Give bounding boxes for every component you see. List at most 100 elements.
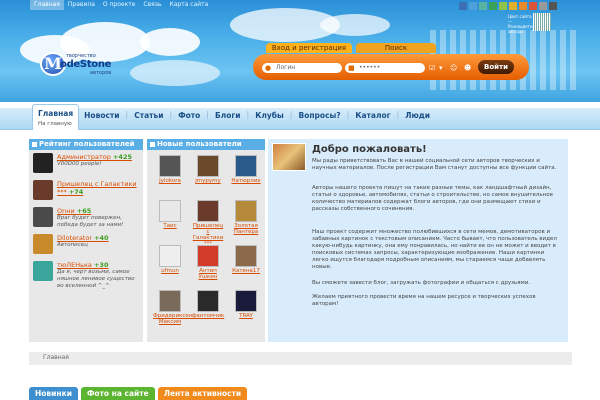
user-name[interactable]: Антип Ушкин	[191, 268, 225, 280]
login-bar: ● Логин ■ •••••• ☑ ▾ ☺ ☻ Войти	[253, 54, 529, 80]
avatar[interactable]	[197, 200, 219, 222]
user-name[interactable]: Натюрлих	[229, 178, 263, 184]
avatar[interactable]	[159, 200, 181, 222]
user-name[interactable]: Jylokora	[153, 178, 187, 184]
user-name[interactable]: Таис	[153, 223, 187, 229]
tab-login-register[interactable]: Вход и регистрация	[266, 43, 352, 53]
new-user-item[interactable]: Натюрлих	[229, 155, 263, 184]
user-name[interactable]: jmypymy	[191, 178, 225, 184]
tab-site-photos[interactable]: Фото на сайте	[80, 387, 155, 400]
new-user-item[interactable]: Таис	[153, 200, 187, 229]
barcode-icon	[533, 13, 551, 31]
tab-search[interactable]: Поиск	[356, 43, 436, 53]
avatar[interactable]	[159, 155, 181, 177]
new-user-item[interactable]: Фридериксен Максим	[153, 290, 192, 325]
user-name[interactable]: Администратор	[57, 153, 111, 161]
user-name[interactable]: TRAY	[229, 313, 263, 319]
avatar[interactable]	[159, 290, 181, 312]
new-user-item[interactable]: TRAY	[229, 290, 263, 319]
user-name[interactable]: Катена17	[229, 268, 263, 274]
palette-swatch[interactable]	[459, 2, 467, 10]
arrow-down-icon[interactable]: ▾	[439, 63, 443, 73]
avatar[interactable]	[235, 155, 257, 177]
avatar[interactable]	[33, 153, 53, 173]
new-user-item[interactable]: фантомчик	[191, 290, 225, 319]
password-value: ••••••	[359, 64, 381, 71]
avatar[interactable]	[197, 290, 219, 312]
register-user-icon[interactable]: ☺	[450, 63, 457, 73]
bottom-tabs: Новинки Фото на сайте Лента активности	[29, 387, 250, 400]
new-user-item[interactable]: jmypymy	[191, 155, 225, 184]
nav-blogs[interactable]: Блоги	[210, 106, 246, 126]
avatar[interactable]	[33, 234, 53, 254]
tab-new-items[interactable]: Новинки	[29, 387, 78, 400]
palette-swatch[interactable]	[479, 2, 487, 10]
palette-swatch[interactable]	[489, 2, 497, 10]
user-name[interactable]: тюЛЕНька	[57, 261, 92, 269]
nav-home-label: Главная	[38, 109, 74, 118]
avatar[interactable]	[235, 245, 257, 267]
nav-clubs[interactable]: Клубы	[250, 106, 289, 126]
new-user-item[interactable]: Антип Ушкин	[191, 245, 225, 280]
avatar[interactable]	[159, 245, 181, 267]
breadcrumb-bar: Главная	[29, 352, 572, 365]
site-logo[interactable]: M творчество odeStone авторов	[40, 51, 112, 77]
user-name[interactable]: фантомчик	[191, 313, 225, 319]
main-navigation: Главная На главную Новости | Статьи | Фо…	[32, 104, 435, 130]
nav-people[interactable]: Люди	[400, 106, 435, 126]
nav-articles[interactable]: Статьи	[129, 106, 168, 126]
login-button[interactable]: Войти	[478, 60, 514, 74]
new-user-item[interactable]: ufmun	[153, 245, 187, 274]
user-name[interactable]: Пришелец с Галактики ***	[191, 223, 225, 247]
new-user-item[interactable]: Золотая Пантера	[229, 200, 263, 235]
rating-title: Рейтинг пользователей	[29, 139, 143, 150]
palette-swatch[interactable]	[529, 2, 537, 10]
new-user-item[interactable]: Пришелец с Галактики ***	[191, 200, 225, 247]
user-name[interactable]: Diloterator	[57, 234, 92, 242]
password-input[interactable]: ■ ••••••	[345, 63, 425, 73]
topnav-home[interactable]: Главная	[30, 0, 64, 10]
user-status: Автописец	[57, 242, 88, 248]
topnav-about[interactable]: О проекте	[99, 0, 140, 10]
topnav-sitemap[interactable]: Карта сайта	[165, 0, 212, 10]
palette-swatch[interactable]	[509, 2, 517, 10]
breadcrumb[interactable]: Главная	[43, 354, 69, 361]
nav-home-sublabel: На главную	[38, 121, 72, 127]
user-status: V00D00 people!	[57, 161, 102, 167]
new-user-item[interactable]: Катена17	[229, 245, 263, 274]
nav-photo[interactable]: Фото	[173, 106, 205, 126]
nav-home[interactable]: Главная На главную	[32, 104, 80, 130]
user-name[interactable]: Onни	[57, 207, 75, 215]
nav-questions[interactable]: Вопросы?	[294, 106, 346, 126]
user-score: +40	[94, 234, 109, 242]
user-name[interactable]: Золотая Пантера	[229, 223, 263, 235]
palette-swatch[interactable]	[539, 2, 547, 10]
login-input[interactable]: ● Логин	[262, 63, 342, 73]
user-name[interactable]: Фридериксен Максим	[153, 313, 192, 325]
avatar[interactable]	[235, 200, 257, 222]
user-score: +65	[76, 207, 92, 215]
topnav-rules[interactable]: Правила	[64, 0, 99, 10]
palette-swatch[interactable]	[499, 2, 507, 10]
new-user-item[interactable]: Jylokora	[153, 155, 187, 184]
remember-checkbox[interactable]: ☑	[429, 63, 435, 73]
palette-swatch[interactable]	[469, 2, 477, 10]
avatar[interactable]	[33, 207, 53, 227]
avatar[interactable]	[197, 245, 219, 267]
palette-swatch[interactable]	[549, 2, 557, 10]
avatar[interactable]	[33, 180, 53, 200]
topnav-contact[interactable]: Связь	[139, 0, 165, 10]
user-name[interactable]: ufmun	[153, 268, 187, 274]
new-users-panel: Новые пользователи Jylokora jmypymy Натюрл…	[147, 139, 265, 342]
color-palette	[459, 2, 557, 10]
nav-catalog[interactable]: Каталог	[350, 106, 395, 126]
welcome-block: Добро пожаловать! Мы рады приветствовать…	[268, 139, 568, 342]
nav-news[interactable]: Новости	[79, 106, 124, 126]
tab-activity-feed[interactable]: Лента активности	[157, 387, 248, 400]
users-icon[interactable]: ☻	[464, 63, 471, 73]
avatar[interactable]	[235, 290, 257, 312]
user-status: Враг будет повержен, победа будет за нам…	[57, 215, 124, 228]
avatar[interactable]	[197, 155, 219, 177]
avatar[interactable]	[33, 261, 53, 281]
palette-swatch[interactable]	[519, 2, 527, 10]
